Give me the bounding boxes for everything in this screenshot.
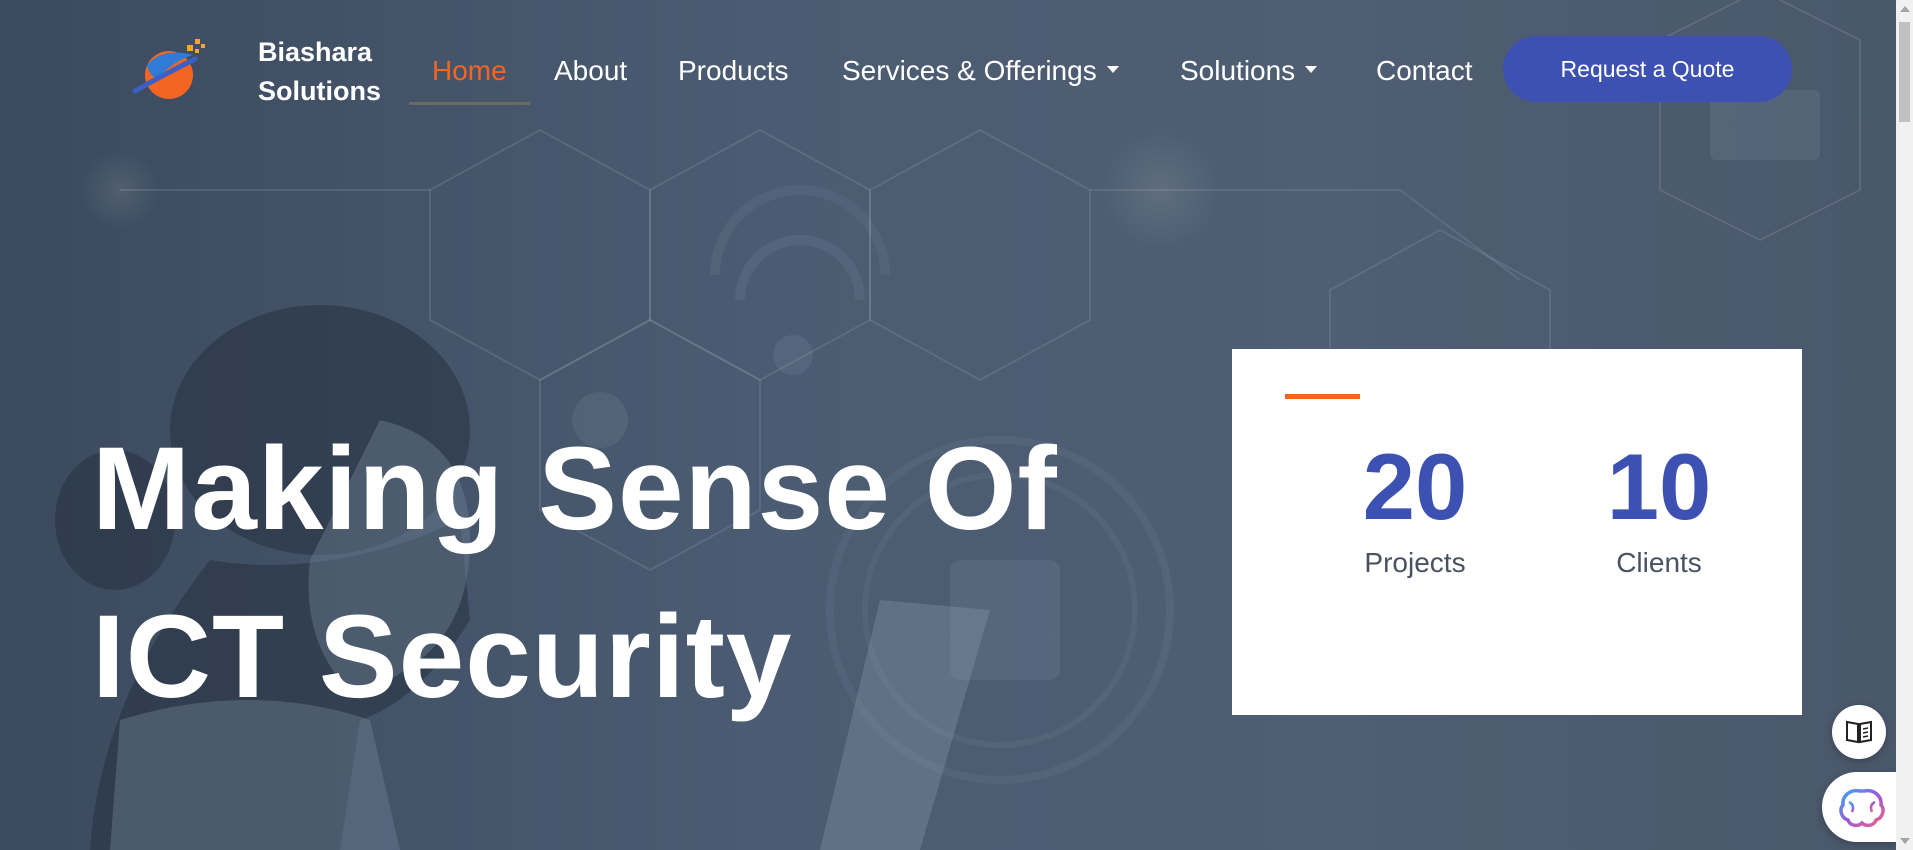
nav-solutions-label: Solutions: [1180, 55, 1296, 86]
chevron-down-icon: [1305, 66, 1318, 74]
nav-products[interactable]: Products: [678, 50, 789, 92]
stat-label: Projects: [1364, 547, 1466, 578]
stat-label: Clients: [1616, 547, 1702, 578]
request-quote-button[interactable]: Request a Quote: [1503, 36, 1792, 102]
reader-mode-button[interactable]: [1832, 705, 1886, 759]
nav-home[interactable]: Home: [432, 50, 507, 92]
page-scrollbar[interactable]: [1896, 0, 1913, 850]
brand-line-2: Solutions: [258, 76, 381, 106]
stats-card: 20 Projects 10 Clients: [1232, 349, 1802, 715]
chevron-down-icon: [1106, 66, 1119, 74]
nav-services-label: Services & Offerings: [842, 55, 1097, 86]
nav-home-underline: [409, 102, 530, 105]
brand-line-1: Biashara: [258, 37, 373, 67]
stat-value: 10: [1606, 434, 1712, 539]
planet-logo-icon[interactable]: [133, 35, 208, 105]
scroll-thumb[interactable]: [1899, 22, 1910, 122]
headline-line-2: ICT Security: [92, 591, 793, 723]
accent-bar: [1285, 394, 1360, 399]
stat-clients: 10 Clients: [1584, 437, 1734, 583]
scroll-up-arrow-icon[interactable]: [1900, 6, 1910, 12]
brand-name[interactable]: Biashara Solutions: [258, 33, 381, 111]
book-reader-icon: [1846, 720, 1872, 744]
nav-about[interactable]: About: [554, 50, 627, 92]
top-navigation: Biashara Solutions Home About Products S…: [0, 0, 1896, 140]
nav-solutions[interactable]: Solutions: [1180, 50, 1318, 92]
brain-icon: [1839, 788, 1885, 828]
scroll-down-arrow-icon[interactable]: [1900, 838, 1910, 844]
stat-value: 20: [1362, 434, 1468, 539]
nav-contact[interactable]: Contact: [1376, 50, 1473, 92]
stat-projects: 20 Projects: [1340, 437, 1490, 583]
hero-headline: Making Sense Of ICT Security: [92, 405, 1058, 741]
nav-services-offerings[interactable]: Services & Offerings: [842, 50, 1119, 92]
headline-line-1: Making Sense Of: [92, 423, 1058, 555]
ai-assistant-button[interactable]: [1822, 772, 1896, 842]
